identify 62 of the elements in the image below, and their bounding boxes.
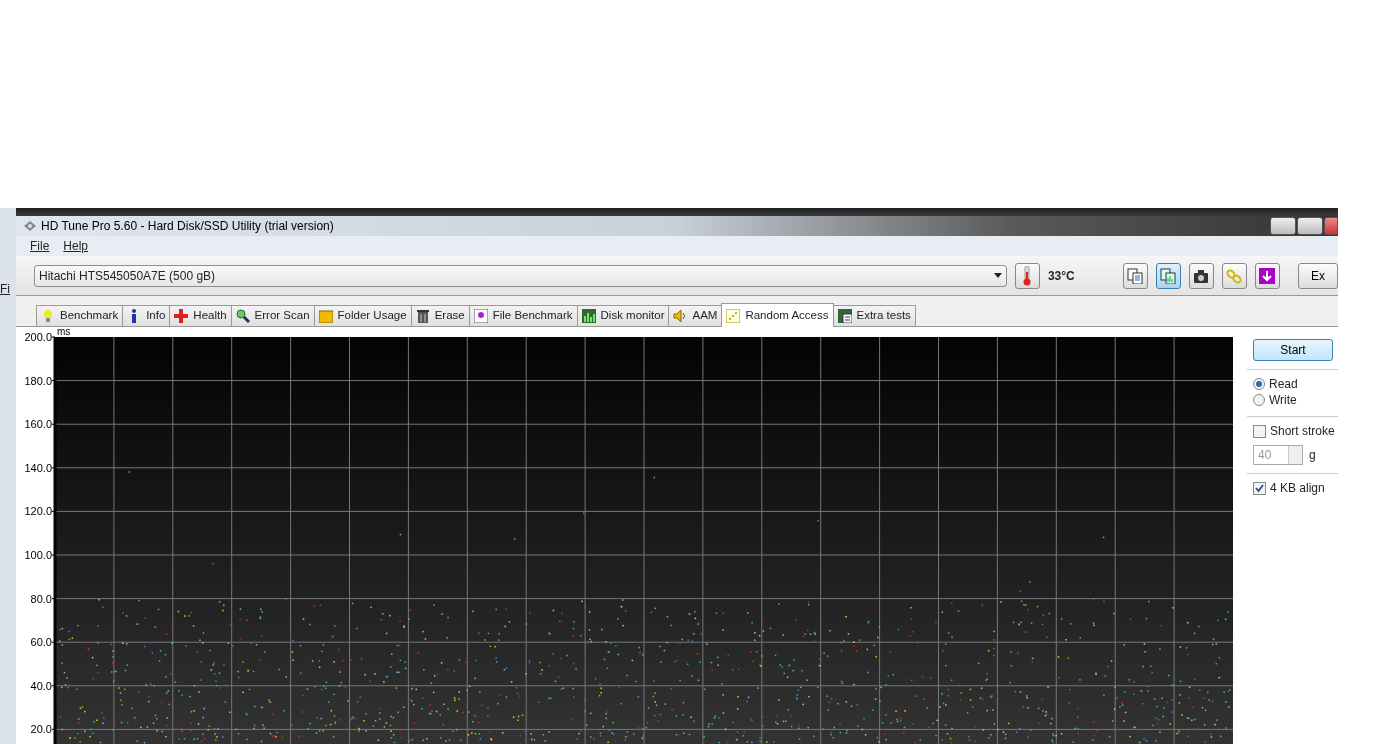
download-arrow-icon <box>1259 267 1276 284</box>
checkbox-option[interactable]: Short stroke <box>1253 423 1338 439</box>
window-title: HD Tune Pro 5.60 - Hard Disk/SSD Utility (trial version) <box>41 218 334 235</box>
axis-label: 200.0 <box>24 331 52 343</box>
radio-button[interactable] <box>1253 378 1265 390</box>
close-button[interactable] <box>1324 217 1338 235</box>
speaker-icon <box>673 309 688 323</box>
axis-label: 100.0 <box>24 549 52 561</box>
cross-icon <box>174 309 189 323</box>
radio-option[interactable]: Read <box>1253 376 1338 392</box>
tab[interactable]: Erase <box>410 305 470 326</box>
bar-chart-icon <box>581 309 596 323</box>
axis-label: 20.0 <box>30 723 52 736</box>
axis-label: 60.0 <box>30 636 52 649</box>
scatter-chart-icon <box>726 308 741 323</box>
start-button[interactable]: Start <box>1253 339 1333 361</box>
tab[interactable]: Folder Usage <box>313 305 412 326</box>
radio-button[interactable] <box>1253 394 1265 406</box>
trash-can-icon <box>415 309 430 323</box>
menu-item[interactable]: Help <box>63 237 89 255</box>
axis-label: 80.0 <box>30 592 52 605</box>
exit-button[interactable]: Ex <box>1298 262 1338 289</box>
tab[interactable]: AAM <box>668 305 723 326</box>
minimize-button[interactable] <box>1270 217 1296 235</box>
folder-icon <box>318 309 333 323</box>
temperature-reading: 33°C <box>1047 267 1075 285</box>
checkbox[interactable] <box>1253 424 1266 438</box>
axis-unit: ms <box>57 327 71 337</box>
thermometer-button[interactable] <box>1014 262 1040 289</box>
checkbox-option[interactable]: 4 KB align <box>1253 480 1338 496</box>
menu-item[interactable]: File <box>30 237 50 255</box>
tab[interactable]: Benchmark <box>36 305 124 326</box>
app-icon <box>24 221 36 231</box>
checkmark-icon <box>1255 483 1264 493</box>
dropdown-caret-icon <box>993 273 1002 278</box>
axis-label: 120.0 <box>24 505 52 518</box>
magnifier-icon <box>235 309 250 323</box>
axis-label: 140.0 <box>24 461 52 474</box>
radio-option[interactable]: Write <box>1253 392 1338 408</box>
camera-icon <box>1193 267 1210 284</box>
thermometer-icon <box>1023 265 1032 286</box>
tab[interactable]: Error Scan <box>230 305 315 326</box>
unit-label: g <box>1309 447 1316 464</box>
chain-icon <box>1226 267 1243 284</box>
checkbox[interactable] <box>1253 481 1266 495</box>
calculator-icon <box>837 309 852 323</box>
axis-label: 40.0 <box>30 679 52 692</box>
toolbar-button[interactable] <box>1188 262 1214 289</box>
axis-label: 180.0 <box>24 374 52 387</box>
maximize-button[interactable] <box>1297 217 1323 235</box>
tab[interactable]: Random Access <box>721 303 834 327</box>
copy-icon <box>1127 267 1144 284</box>
toolbar-button[interactable] <box>1254 262 1280 289</box>
copy-icon <box>1160 267 1177 284</box>
tab[interactable]: Health <box>169 305 232 326</box>
tab[interactable]: Info <box>122 305 171 326</box>
menu-text: Fi <box>0 282 10 296</box>
tab[interactable]: File Benchmark <box>468 305 578 326</box>
drive-select[interactable]: Hitachi HTS545050A7E (500 gB) <box>34 264 1007 287</box>
axis-label: 160.0 <box>24 418 52 431</box>
tab[interactable]: Extra tests <box>832 305 916 326</box>
tab[interactable]: Disk monitor <box>576 305 670 326</box>
